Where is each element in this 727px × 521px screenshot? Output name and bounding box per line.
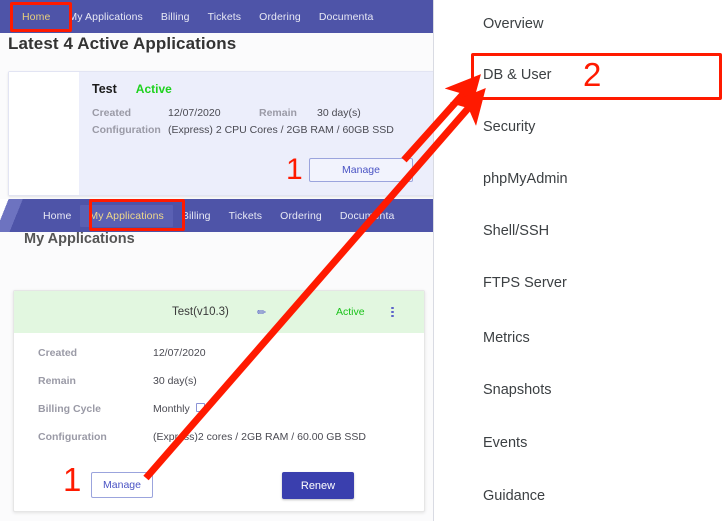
annotation-arrows	[0, 0, 727, 521]
screenshot-root: Home My Applications Billing Tickets Ord…	[0, 0, 727, 521]
